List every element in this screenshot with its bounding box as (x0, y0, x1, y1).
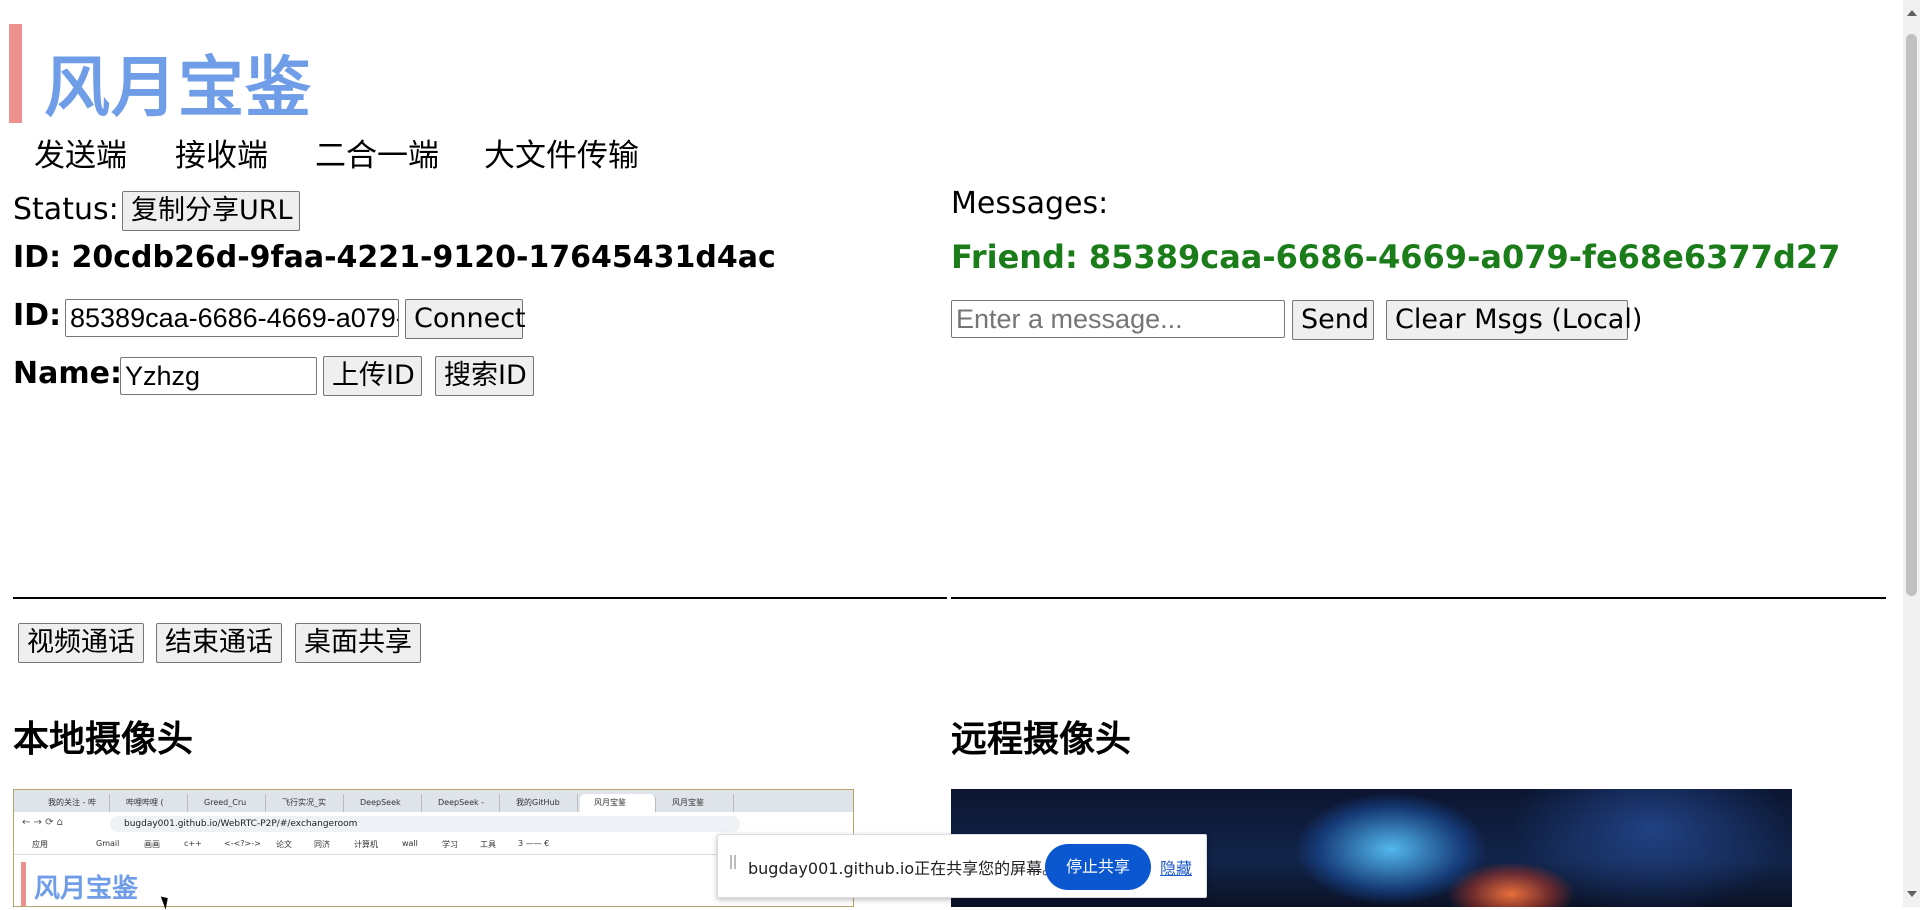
send-button[interactable]: Send (1292, 300, 1374, 340)
preview-tab: DeepSeek - (424, 794, 500, 812)
peer-id-label: ID: (13, 298, 62, 333)
copy-share-url-button[interactable]: 复制分享URL (122, 191, 300, 231)
desktop-share-button[interactable]: 桌面共享 (295, 623, 421, 663)
app-title: 风月宝鉴 (44, 49, 312, 126)
nav-item-large-file[interactable]: 大文件传输 (484, 130, 639, 175)
search-id-button[interactable]: 搜索ID (435, 356, 534, 396)
preview-bookmark: Gmail (96, 839, 120, 848)
hide-notice-link[interactable]: 隐藏 (1160, 855, 1192, 879)
preview-tab-strip: 我的关注 - 哔 哔哩哔哩 ( Greed_Cru 飞行实况_实 DeepSee… (14, 790, 853, 812)
preview-tab: DeepSeek (346, 794, 422, 812)
preview-nav-arrows-icon: ← → ⟳ ⌂ (22, 817, 64, 828)
preview-tab: 我的GitHub (502, 794, 578, 812)
messages-label: Messages: (951, 186, 1109, 221)
status-label: Status: (13, 192, 119, 227)
preview-tab: 哔哩哔哩 ( (112, 794, 188, 812)
peer-id-input[interactable]: 85389caa-6686-4669-a079-fe68e6377d27 (65, 299, 399, 337)
page-scrollbar[interactable] (1903, 0, 1920, 907)
scroll-down-icon[interactable] (1907, 891, 1917, 897)
preview-tab: 飞行实况_实 (268, 794, 344, 812)
scroll-up-icon[interactable] (1907, 10, 1917, 16)
preview-page-title: 风月宝鉴 (34, 874, 139, 904)
connect-button[interactable]: Connect (405, 299, 526, 339)
title-accent-bar (9, 24, 22, 123)
preview-bookmark: 应用 (32, 840, 48, 849)
my-id-text: ID: 20cdb26d-9faa-4221-9120-17645431d4ac (13, 240, 776, 275)
preview-url: bugday001.github.io/WebRTC-P2P/#/exchang… (110, 816, 740, 832)
local-camera-heading: 本地摄像头 (13, 719, 194, 760)
name-input[interactable]: Yzhzg (120, 357, 317, 395)
preview-bookmark: c++ (184, 839, 202, 848)
preview-url-bar: ← → ⟳ ⌂ bugday001.github.io/WebRTC-P2P/#… (14, 812, 853, 836)
preview-title-accent (21, 862, 26, 906)
left-divider (13, 597, 947, 599)
nav-item-combined[interactable]: 二合一端 (315, 130, 439, 175)
preview-bookmark: 工具 (480, 840, 496, 849)
scrollbar-thumb[interactable] (1906, 34, 1917, 596)
nav-item-sender[interactable]: 发送端 (34, 130, 127, 175)
drag-handle-icon[interactable] (730, 855, 736, 869)
preview-bookmark: wall (402, 839, 418, 848)
preview-bookmark: 画画 (144, 840, 160, 849)
name-label: Name: (13, 356, 122, 391)
preview-tab: 风月宝鉴 (658, 794, 734, 812)
right-divider (951, 597, 1886, 599)
message-input[interactable]: Enter a message... (951, 300, 1285, 338)
preview-bookmark: 3 —— € (518, 839, 550, 848)
friend-message: Friend: 85389caa-6686-4669-a079-fe68e637… (951, 238, 1841, 276)
preview-tab-active: 风月宝鉴 (580, 794, 656, 812)
video-call-button[interactable]: 视频通话 (18, 623, 144, 663)
preview-tab: Greed_Cru (190, 794, 266, 812)
preview-bookmark: 同济 (314, 840, 330, 849)
preview-bookmark: 学习 (442, 840, 458, 849)
preview-tab: 我的关注 - 哔 (34, 794, 110, 812)
preview-bookmark: 计算机 (354, 840, 378, 849)
clear-messages-button[interactable]: Clear Msgs (Local) (1386, 300, 1642, 340)
preview-bookmark: <-<?>-> (224, 839, 261, 848)
stop-sharing-button[interactable]: 停止共享 (1045, 844, 1151, 890)
preview-bookmark: 论文 (276, 840, 292, 849)
nav-item-receiver[interactable]: 接收端 (175, 130, 268, 175)
end-call-button[interactable]: 结束通话 (156, 623, 282, 663)
upload-id-button[interactable]: 上传ID (323, 356, 422, 396)
screen-share-notice: bugday001.github.io正在共享您的屏幕。 停止共享 隐藏 (717, 834, 1207, 898)
remote-camera-heading: 远程摄像头 (951, 719, 1132, 760)
share-notice-text: bugday001.github.io正在共享您的屏幕。 (748, 859, 1059, 878)
